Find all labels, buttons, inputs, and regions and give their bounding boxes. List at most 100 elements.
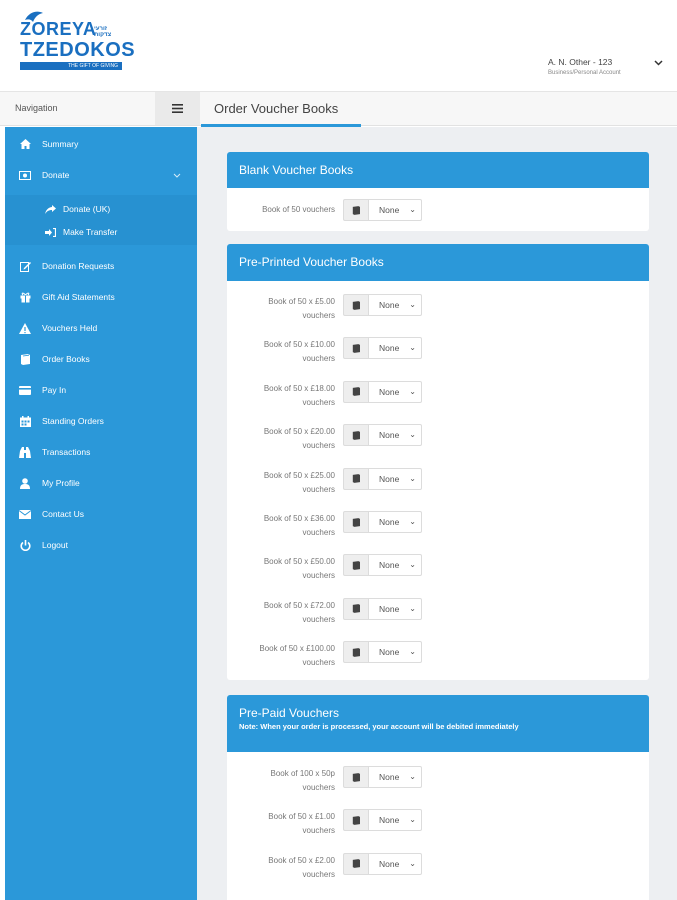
sidebar-item-vouchers-held[interactable]: Vouchers Held xyxy=(5,317,197,339)
warning-icon xyxy=(18,321,32,335)
quantity-select[interactable]: None ⌄ xyxy=(368,511,422,533)
quantity-select[interactable]: None ⌄ xyxy=(368,337,422,360)
chevron-down-icon: ⌄ xyxy=(409,430,416,440)
voucher-label-line1: Book of 100 x 50p xyxy=(270,769,336,778)
chevron-down-icon: ⌄ xyxy=(409,603,416,613)
sidebar-item-contact-us[interactable]: Contact Us xyxy=(5,503,197,525)
voucher-label-line1: Book of 50 x £36.00 xyxy=(263,514,335,523)
card-icon xyxy=(18,383,32,397)
quantity-value: None xyxy=(379,772,400,782)
sidebar-item-label: Vouchers Held xyxy=(42,323,98,333)
sub-header: Navigation Order Voucher Books xyxy=(0,92,677,126)
quantity-select[interactable]: None ⌄ xyxy=(368,199,422,221)
quantity-select[interactable]: None ⌄ xyxy=(368,809,422,832)
sidebar-item-standing-orders[interactable]: Standing Orders xyxy=(5,410,197,432)
voucher-label: Book of 50 x £1.00 vouchers xyxy=(239,810,335,838)
quantity-select[interactable]: None ⌄ xyxy=(368,554,422,577)
book-icon xyxy=(343,511,369,533)
sidebar-item-pay-in[interactable]: Pay In xyxy=(5,379,197,401)
sidebar-item-label: Donate xyxy=(42,170,70,180)
chevron-down-icon: ⌄ xyxy=(409,205,416,214)
quantity-select[interactable]: None ⌄ xyxy=(368,597,422,620)
logo[interactable]: ZOREYA זורעי צדקות TZEDOKOS THE GIFT OF … xyxy=(20,11,135,72)
chevron-down-icon xyxy=(173,170,181,180)
book-icon xyxy=(343,809,369,832)
voucher-label-line1: Book of 50 x £5.00 xyxy=(268,297,335,306)
book-icon xyxy=(343,641,369,664)
navigation-label: Navigation xyxy=(15,103,58,113)
voucher-label-line1: Book of 50 x £20.00 xyxy=(263,427,335,437)
chevron-down-icon: ⌄ xyxy=(409,858,416,868)
voucher-label-line1: Book of 50 x £10.00 xyxy=(263,340,335,350)
quantity-select[interactable]: None ⌄ xyxy=(368,641,422,664)
sidebar-item-label: Logout xyxy=(42,540,68,550)
chevron-down-icon: ⌄ xyxy=(409,772,416,781)
menu-toggle-button[interactable] xyxy=(155,92,200,125)
sidebar-item-transactions[interactable]: Transactions xyxy=(5,441,197,463)
sidebar-item-label: Transactions xyxy=(42,447,91,457)
voucher-label-line2: vouchers xyxy=(302,441,335,451)
book-icon xyxy=(343,337,369,360)
voucher-label-line2: vouchers xyxy=(302,397,335,407)
chevron-down-icon: ⌄ xyxy=(409,473,416,483)
book-icon xyxy=(343,597,369,620)
hamburger-icon xyxy=(172,104,183,113)
panel-title: Pre-Printed Voucher Books xyxy=(239,255,384,269)
voucher-label-line1: Book of 50 x £25.00 xyxy=(263,470,335,480)
voucher-row: Book of 50 x £20.00 vouchers None ⌄ xyxy=(227,420,649,460)
sidebar-item-order-books[interactable]: Order Books xyxy=(5,348,197,370)
user-name: A. N. Other - 123 xyxy=(548,57,613,67)
quantity-value: None xyxy=(379,815,400,826)
sidebar-item-donate[interactable]: Donate xyxy=(5,164,197,186)
sidebar-item-gift-aid-statements[interactable]: Gift Aid Statements xyxy=(5,286,197,308)
voucher-row: Book of 50 x £25.00 vouchers None ⌄ xyxy=(227,464,649,504)
power-icon xyxy=(18,538,32,552)
sign-in-icon xyxy=(43,225,57,239)
voucher-label-line1: Book of 50 x £50.00 xyxy=(263,557,335,567)
voucher-row: Book of 50 vouchers None ⌄ xyxy=(227,197,649,223)
voucher-label-line1: Book of 50 x £1.00 xyxy=(268,812,335,822)
sidebar-item-my-profile[interactable]: My Profile xyxy=(5,472,197,494)
sidebar-item-label: Summary xyxy=(42,139,79,149)
panel-header: Blank Voucher Books xyxy=(227,152,649,188)
book-icon xyxy=(343,199,369,221)
quantity-value: None xyxy=(379,858,400,869)
sidebar-item-donation-requests[interactable]: Donation Requests xyxy=(5,255,197,277)
voucher-row: Book of 50 x £100.00 vouchers None ⌄ xyxy=(227,637,649,677)
quantity-value: None xyxy=(379,343,400,354)
chevron-down-icon: ⌄ xyxy=(409,386,416,396)
voucher-label-line2: vouchers xyxy=(302,826,335,836)
voucher-row: Book of 50 x £5.00 vouchers None ⌄ xyxy=(227,290,649,330)
user-menu[interactable]: A. N. Other - 123 Business/Personal Acco… xyxy=(548,57,621,76)
voucher-row: Book of 50 x £72.00 vouchers None ⌄ xyxy=(227,594,649,634)
logo-text-line2: TZEDOKOS xyxy=(20,39,136,61)
sidebar-item-logout[interactable]: Logout xyxy=(5,534,197,556)
main-content: Blank Voucher Books Book of 50 vouchers … xyxy=(197,127,677,900)
chevron-down-icon: ⌄ xyxy=(409,815,416,825)
voucher-row: Book of 50 x £2.00 vouchers None ⌄ xyxy=(227,849,649,889)
quantity-select[interactable]: None ⌄ xyxy=(368,852,422,875)
quantity-select[interactable]: None ⌄ xyxy=(368,294,422,316)
money-icon xyxy=(18,168,32,182)
sidebar-item-make-transfer[interactable]: Make Transfer xyxy=(5,221,197,243)
quantity-value: None xyxy=(379,473,400,484)
sidebar-item-label: Make Transfer xyxy=(63,227,118,237)
voucher-row: Book of 50 x £36.00 vouchers None ⌄ xyxy=(227,507,649,547)
sidebar-item-label: My Profile xyxy=(42,478,80,488)
quantity-select[interactable]: None ⌄ xyxy=(368,467,422,490)
quantity-select[interactable]: None ⌄ xyxy=(368,380,422,403)
sidebar-item-label: Contact Us xyxy=(42,509,85,519)
logo-text-line1: ZOREYA xyxy=(20,19,97,39)
quantity-select[interactable]: None ⌄ xyxy=(368,766,422,788)
quantity-select[interactable]: None ⌄ xyxy=(368,424,422,447)
chevron-down-icon[interactable] xyxy=(654,58,663,69)
voucher-label-line1: Book of 50 x £72.00 xyxy=(263,600,335,610)
envelope-icon xyxy=(18,507,32,521)
quantity-value: None xyxy=(379,603,400,614)
sidebar-item-donate-uk[interactable]: Donate (UK) xyxy=(5,198,197,220)
voucher-label: Book of 50 vouchers xyxy=(239,203,335,217)
voucher-label-line1: Book of 50 x £2.00 xyxy=(268,855,335,865)
voucher-row: Book of 50 x £50.00 vouchers None ⌄ xyxy=(227,550,649,590)
sidebar-item-summary[interactable]: Summary xyxy=(5,133,197,155)
voucher-label-line1: Book of 50 x £18.00 xyxy=(263,383,335,393)
